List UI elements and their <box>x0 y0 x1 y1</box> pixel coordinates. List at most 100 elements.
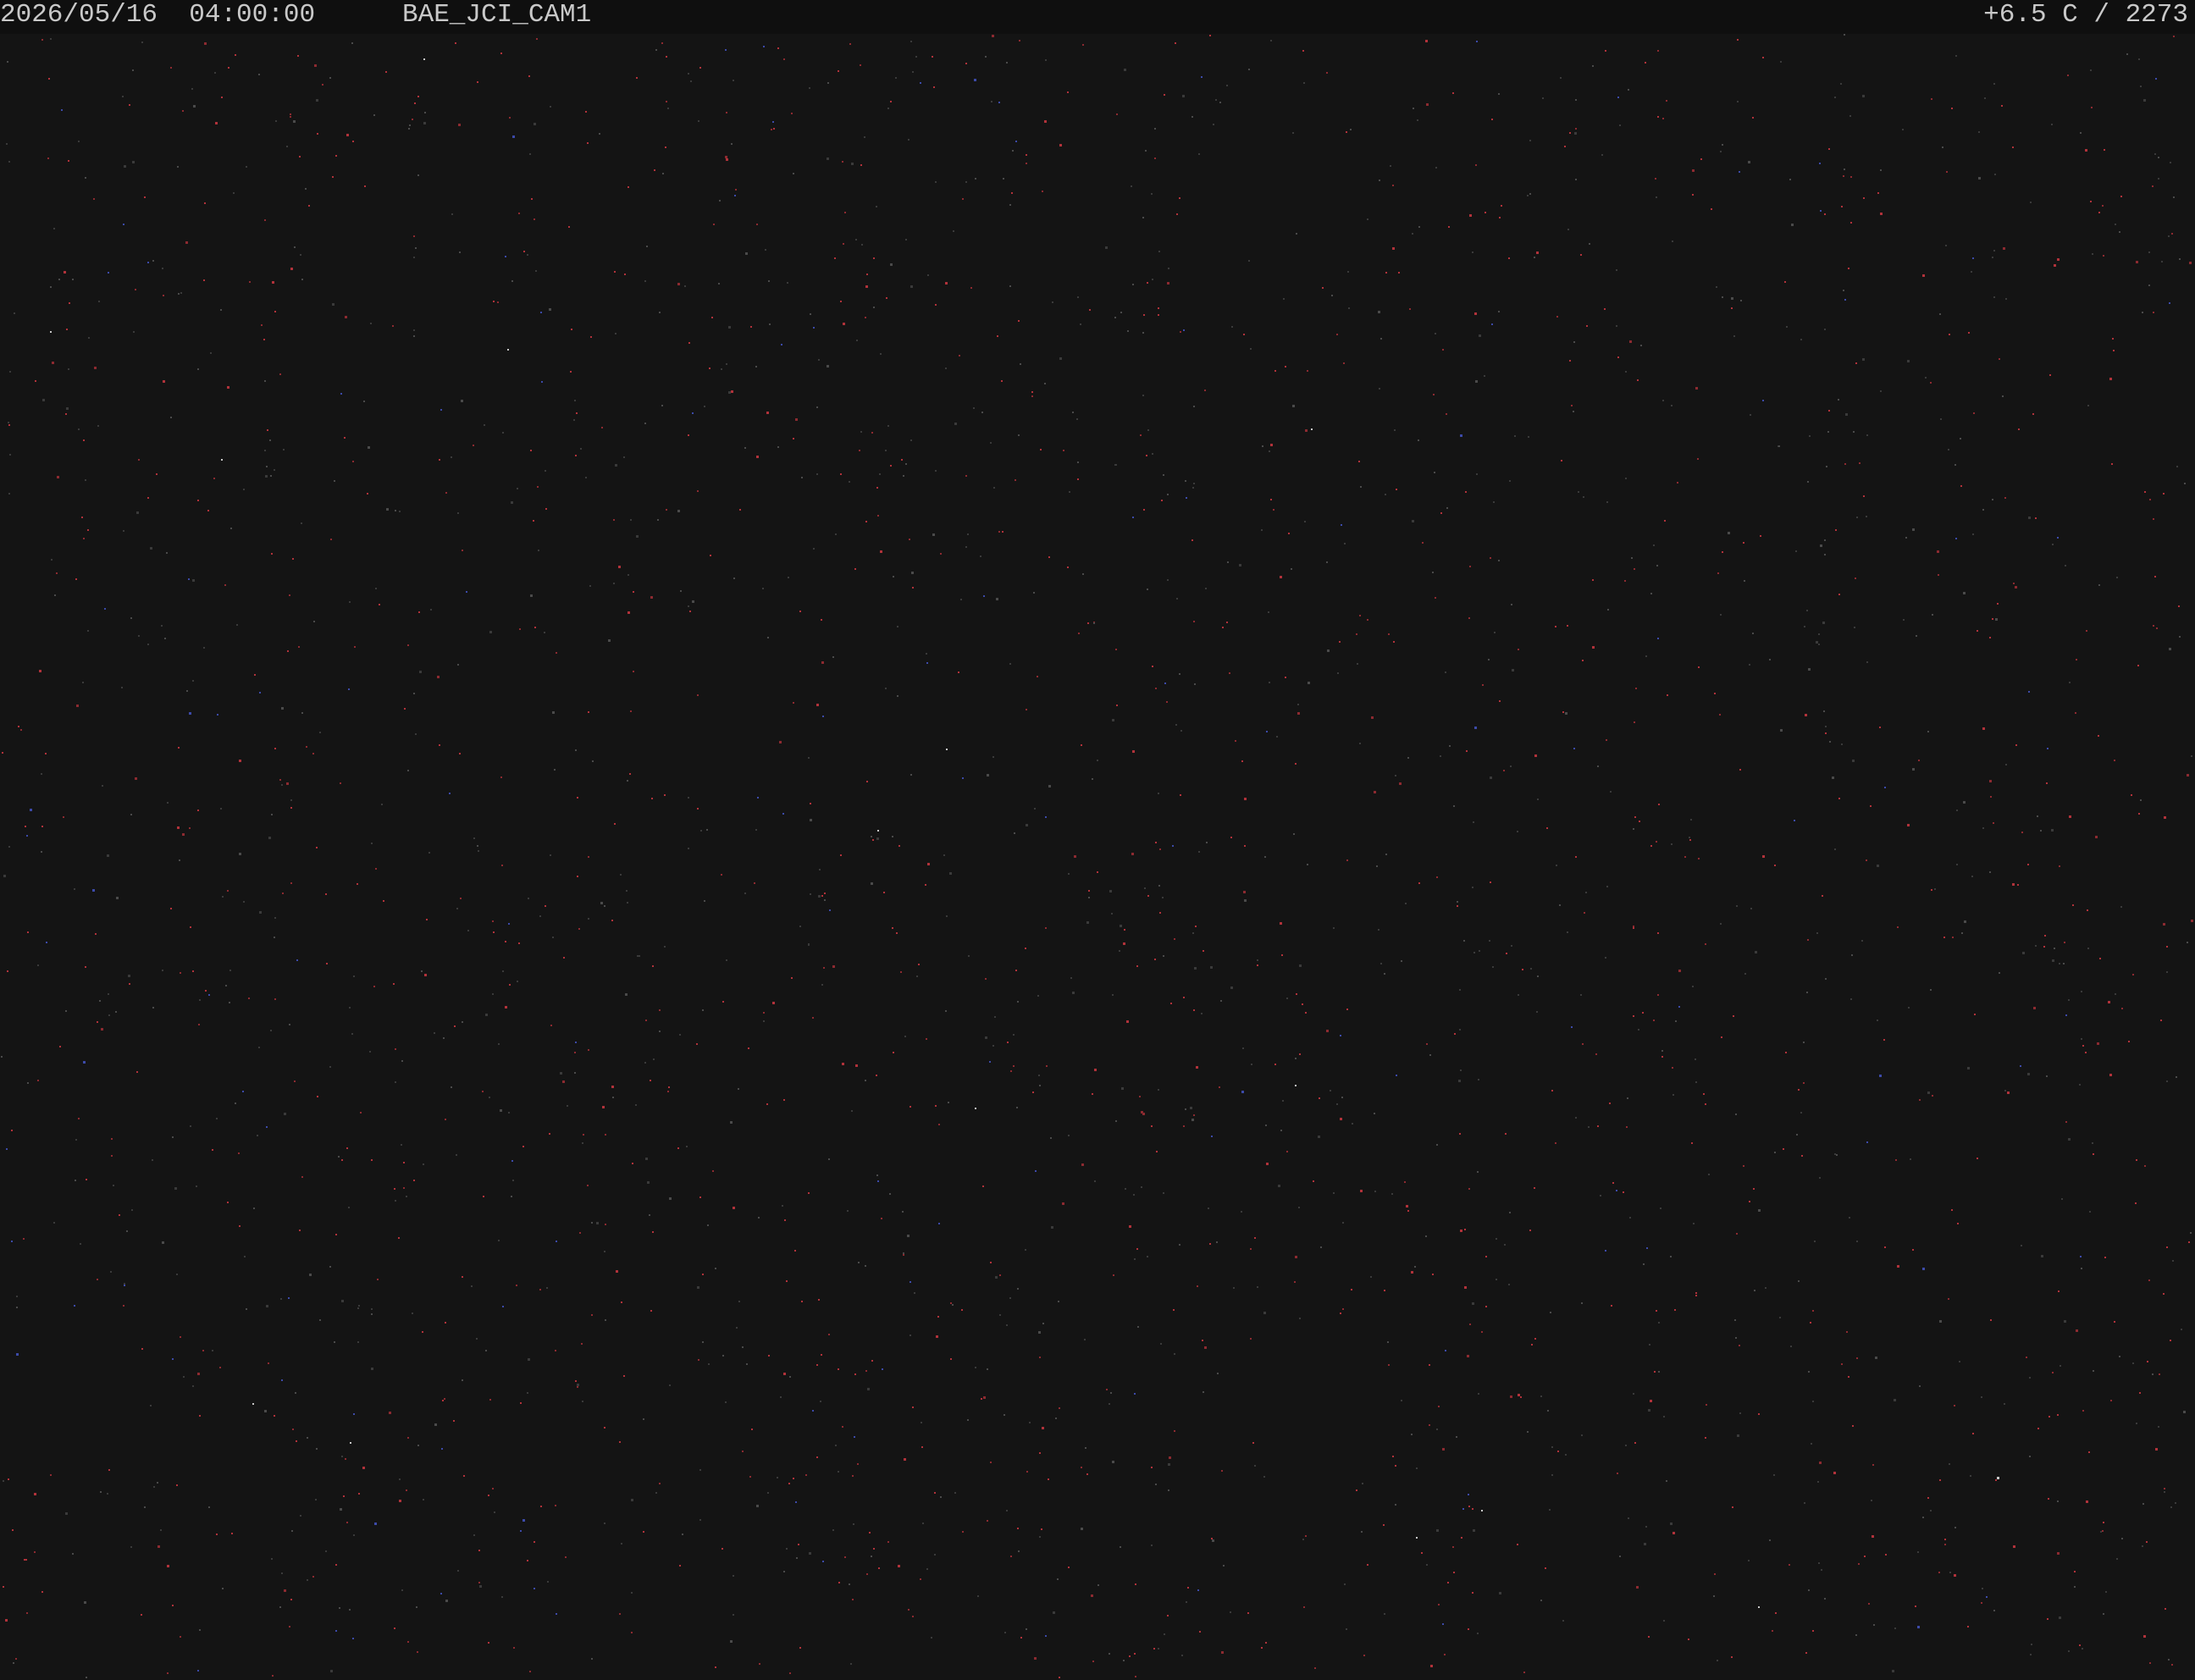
hot-pixel <box>1825 732 1827 734</box>
hot-pixel <box>2170 1506 2172 1508</box>
hot-pixel <box>1076 418 1078 420</box>
hot-pixel <box>129 983 130 985</box>
hot-pixel <box>147 644 149 645</box>
hot-pixel <box>1038 1331 1041 1334</box>
hot-pixel <box>1158 1648 1159 1650</box>
hot-pixel <box>41 39 43 41</box>
hot-pixel <box>136 1071 138 1073</box>
hot-pixel <box>1025 948 1026 949</box>
hot-pixel <box>454 1025 456 1027</box>
hot-pixel <box>1720 614 1722 616</box>
hot-pixel <box>1971 876 1973 877</box>
sensor-reading-label: +6.5 C / 2273 <box>1983 0 2188 30</box>
hot-pixel <box>275 120 277 122</box>
hot-pixel <box>960 599 962 600</box>
hot-pixel <box>1018 434 1020 436</box>
hot-pixel <box>64 271 66 274</box>
hot-pixel <box>108 1014 110 1016</box>
hot-pixel <box>1750 908 1752 909</box>
hot-pixel <box>1416 1537 1418 1539</box>
hot-pixel <box>1183 997 1185 998</box>
hot-pixel <box>312 1576 314 1578</box>
hot-pixel <box>1037 995 1039 997</box>
hot-pixel <box>574 400 576 401</box>
hot-pixel <box>1081 1163 1084 1166</box>
hot-pixel <box>883 892 885 893</box>
hot-pixel <box>2172 1260 2174 1262</box>
hot-pixel <box>920 1578 921 1580</box>
hot-pixel <box>1482 684 1484 686</box>
hot-pixel <box>34 1493 36 1495</box>
hot-pixel <box>799 926 801 927</box>
hot-pixel <box>763 1012 765 1014</box>
hot-pixel <box>399 511 401 512</box>
hot-pixel <box>1693 1223 1695 1224</box>
hot-pixel <box>945 1010 947 1012</box>
hot-pixel <box>1380 338 1382 340</box>
hot-pixel <box>126 1230 128 1232</box>
hot-pixel <box>1285 366 1286 368</box>
hot-pixel <box>290 268 293 270</box>
hot-pixel <box>1176 213 1178 215</box>
hot-pixel <box>1233 1287 1235 1289</box>
hot-pixel <box>1670 1522 1673 1525</box>
hot-pixel <box>2108 1001 2110 1003</box>
hot-pixel <box>477 845 478 847</box>
hot-pixel <box>35 380 36 382</box>
hot-pixel <box>413 335 415 337</box>
hot-pixel <box>180 1636 181 1638</box>
hot-pixel <box>1158 314 1159 316</box>
hot-pixel <box>2163 493 2165 495</box>
hot-pixel <box>48 78 50 80</box>
hot-pixel <box>1322 287 1324 289</box>
hot-pixel <box>161 625 163 627</box>
hot-pixel <box>2146 1541 2148 1543</box>
hot-pixel <box>1814 1241 1816 1242</box>
hot-pixel <box>1164 94 1165 96</box>
hot-pixel <box>258 74 260 75</box>
hot-pixel <box>1186 1601 1187 1603</box>
hot-pixel <box>123 1305 124 1307</box>
hot-pixel <box>1981 1602 1982 1604</box>
hot-pixel <box>222 1588 224 1589</box>
hot-pixel <box>478 1582 480 1583</box>
hot-pixel <box>1262 445 1263 447</box>
hot-pixel <box>1520 1396 1522 1398</box>
hot-pixel <box>57 476 59 478</box>
hot-pixel <box>686 1146 688 1147</box>
hot-pixel <box>233 192 235 194</box>
hot-pixel <box>1025 1249 1026 1251</box>
hot-pixel <box>1951 108 1953 109</box>
hot-pixel <box>1250 1248 1252 1250</box>
hot-pixel <box>492 1488 494 1489</box>
hot-pixel <box>999 1314 1001 1316</box>
hot-pixel <box>1426 1043 1428 1045</box>
hot-pixel <box>1990 1319 1992 1321</box>
hot-pixel <box>1922 274 1925 277</box>
hot-pixel <box>1014 832 1015 834</box>
hot-pixel <box>654 169 655 171</box>
hot-pixel <box>1995 618 1998 621</box>
hot-pixel <box>1269 682 1270 683</box>
hot-pixel <box>1174 938 1175 940</box>
hot-pixel <box>1748 161 1750 163</box>
hot-pixel <box>1147 1256 1148 1257</box>
hot-pixel <box>767 1492 769 1494</box>
hot-pixel <box>1111 913 1113 915</box>
hot-pixel <box>1951 1209 1953 1211</box>
hot-pixel <box>615 464 617 467</box>
hot-pixel <box>65 413 67 415</box>
hot-pixel <box>1151 1125 1153 1127</box>
hot-pixel <box>1624 580 1626 582</box>
hot-pixel <box>65 1512 68 1515</box>
hot-pixel <box>1695 1292 1697 1294</box>
hot-pixel <box>1917 1551 1919 1553</box>
hot-pixel <box>661 42 663 44</box>
hot-pixel <box>1717 572 1719 574</box>
hot-pixel <box>759 1663 760 1665</box>
hot-pixel <box>1063 450 1064 451</box>
hot-pixel <box>926 1568 928 1570</box>
hot-pixel <box>1446 413 1447 415</box>
hot-pixel <box>221 97 223 98</box>
hot-pixel <box>1684 856 1686 858</box>
